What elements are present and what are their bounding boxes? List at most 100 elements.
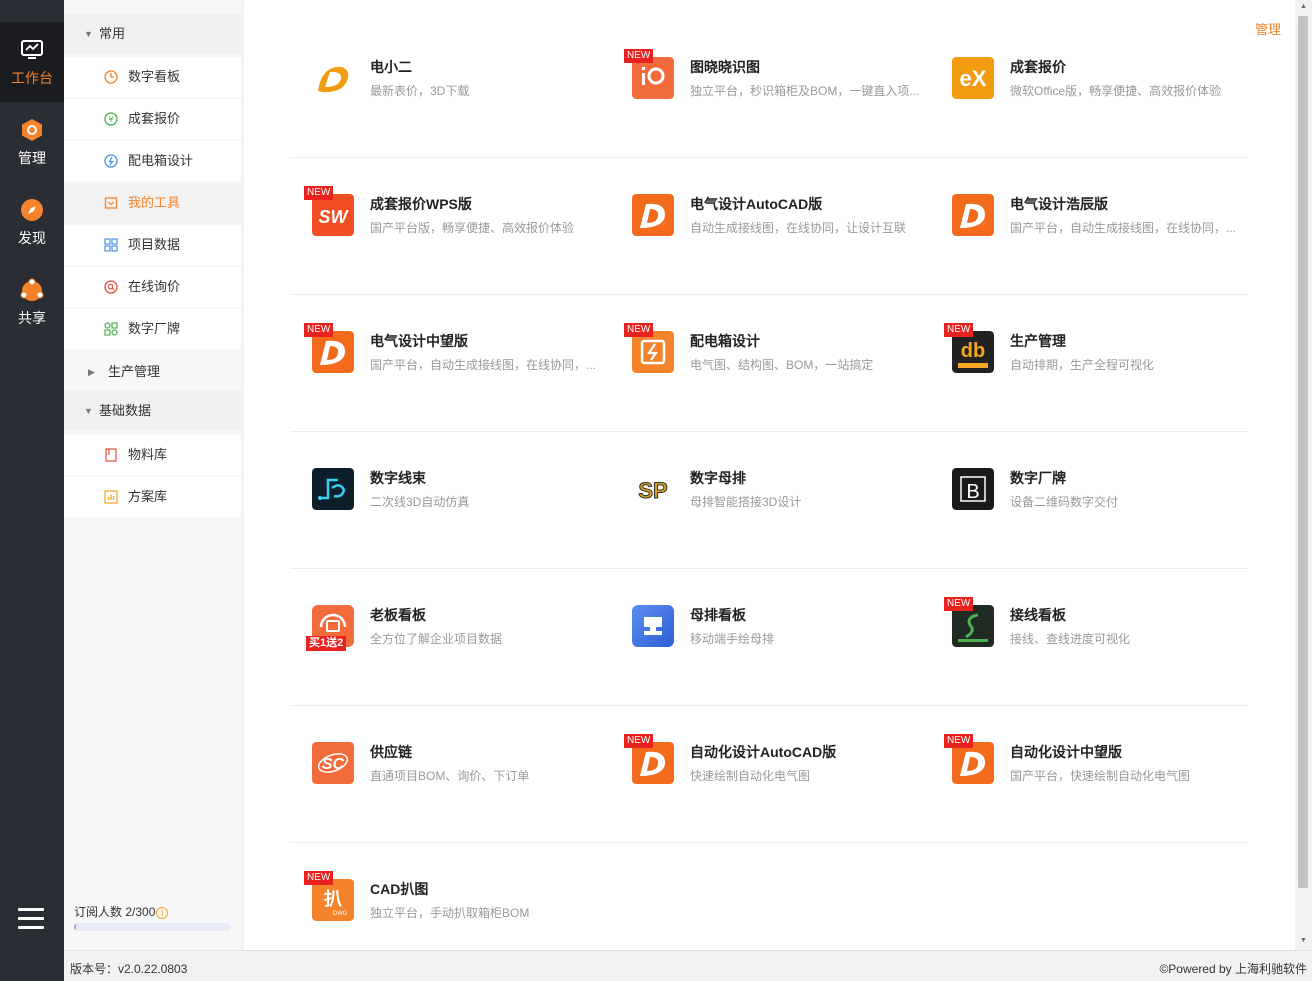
sidebar-group-label: 生产管理 [108, 364, 161, 379]
sidebar-item-plan-lib[interactable]: 方案库 [64, 477, 241, 517]
tool-card-quote-office[interactable]: eX 成套报价 微软Office版，畅享便捷、高效报价体验 [930, 37, 1240, 107]
sidebar-group-label: 常用 [99, 26, 126, 41]
rail-item-share[interactable]: 共享 [0, 262, 64, 342]
sidebar-item-material-lib[interactable]: 物料库 [64, 435, 241, 475]
new-badge: NEW [944, 597, 974, 611]
subscribers-count: 订阅人数 2/300 i [74, 903, 169, 920]
tool-desc: 快速绘制自动化电气图 [690, 769, 811, 783]
sidebar-item-quote[interactable]: ¥ 成套报价 [64, 99, 241, 139]
busbar-board-logo-icon [632, 605, 674, 647]
row-divider [290, 568, 1248, 569]
scrollbar-thumb[interactable] [1298, 16, 1308, 888]
tool-card-ecad-gstarcad[interactable]: 电气设计浩辰版 国产平台，自动生成接线图，在线协同，... [930, 174, 1240, 244]
new-badge: NEW [624, 323, 654, 337]
tool-card-harness[interactable]: 数字线束 二次线3D自动仿真 [290, 448, 600, 518]
logo-text: SP [638, 478, 667, 503]
sidebar-item-label: 在线询价 [128, 279, 181, 294]
tool-card-ecad-zwcad[interactable]: NEW 电气设计中望版 国产平台，自动生成接线图，在线协同，... [290, 311, 600, 381]
yen-icon: ¥ [104, 112, 118, 126]
sidebar-item-project-data[interactable]: 项目数据 [64, 225, 241, 265]
tool-card-supply-chain[interactable]: SC 供应链 直通项目BOM、询价、下订单 [290, 722, 600, 792]
tool-card-nameplate[interactable]: B 数字厂牌 设备二维码数字交付 [930, 448, 1240, 518]
tool-name: 电气设计AutoCAD版 [690, 196, 823, 212]
ecad-logo-icon [632, 742, 674, 784]
powered-by-text: ©Powered by 上海利驰软件 [1159, 962, 1307, 976]
sidebar-item-digital-board[interactable]: 数字看板 [64, 57, 241, 97]
sidebar-item-online-inquiry[interactable]: 在线询价 [64, 267, 241, 307]
sidebar-group-basic[interactable]: ▼ 基础数据 [64, 391, 241, 431]
tool-name: 电小二 [370, 59, 412, 75]
tool-card-quote-wps[interactable]: NEW SW 成套报价WPS版 国产平台版，畅享便捷、高效报价体验 [290, 174, 600, 244]
ecad-logo-icon [952, 742, 994, 784]
tool-name: 成套报价WPS版 [370, 196, 472, 212]
sidebar-item-label: 我的工具 [128, 195, 181, 210]
new-badge: NEW [304, 186, 334, 200]
subscribers-label: 订阅人数 2/300 [74, 905, 156, 919]
sidebar-item-label: 成套报价 [128, 111, 181, 126]
logo-text: db [961, 340, 985, 362]
sidebar-item-label: 方案库 [128, 489, 168, 504]
tool-card-busbar-board[interactable]: 母排看板 移动端手绘母排 [610, 585, 920, 655]
new-badge: NEW [624, 49, 654, 63]
subscribers-progress-bar [74, 923, 231, 931]
rail-item-manage[interactable]: 管理 [0, 102, 64, 182]
tool-desc: 微软Office版，畅享便捷、高效报价体验 [1010, 84, 1222, 98]
row-divider [290, 705, 1248, 706]
sidebar-item-box-design[interactable]: 配电箱设计 [64, 141, 241, 181]
supply-chain-logo-icon: SC [312, 742, 354, 784]
tool-card-wiring-board[interactable]: NEW 接线看板 接线、查线进度可视化 [930, 585, 1240, 655]
busbar-logo-icon: SP [632, 468, 674, 510]
tool-desc: 母排智能搭接3D设计 [690, 495, 802, 509]
new-badge: NEW [304, 871, 334, 885]
nameplate-logo-icon: B [952, 468, 994, 510]
new-badge: NEW [944, 734, 974, 748]
toolbox-icon [104, 197, 118, 209]
sidebar-group-common[interactable]: ▼ 常用 [64, 14, 241, 54]
tool-card-production[interactable]: NEW db 生产管理 自动排期，生产全程可视化 [930, 311, 1240, 381]
info-icon[interactable]: i [156, 907, 169, 919]
rail-item-workbench[interactable]: 工作台 [0, 22, 64, 102]
share-icon [20, 278, 44, 301]
vertical-scrollbar[interactable]: ▲ ▼ [1296, 0, 1312, 950]
manage-link[interactable]: 管理 [1255, 19, 1281, 38]
sidebar-item-digital-nameplate[interactable]: 数字厂牌 [64, 309, 241, 349]
tool-card-busbar[interactable]: SP 数字母排 母排智能搭接3D设计 [610, 448, 920, 518]
tool-name: 成套报价 [1010, 59, 1066, 75]
rail-item-discover[interactable]: 发现 [0, 182, 64, 262]
tool-card-ecad-autocad[interactable]: 电气设计AutoCAD版 自动生成接线图，在线协同，让设计互联 [610, 174, 920, 244]
tool-card-cad-extract[interactable]: NEW 扒 DWG CAD扒图 独立平台，手动扒取箱柜BOM [290, 859, 600, 929]
box-design-logo-icon [632, 331, 674, 373]
tool-card-box-design[interactable]: NEW 配电箱设计 电气图、结构图、BOM，一站搞定 [610, 311, 920, 381]
tool-desc: 自动排期，生产全程可视化 [1010, 358, 1155, 372]
clock-icon [104, 70, 118, 84]
sw-logo-icon: SW [312, 194, 354, 236]
harness-logo-icon [312, 468, 354, 510]
tool-name: 接线看板 [1010, 607, 1066, 623]
tool-name: 母排看板 [690, 607, 746, 623]
row-divider [290, 157, 1248, 158]
tool-card-dianxiaoer[interactable]: 电小二 最新表价，3D下载 [290, 37, 600, 107]
tool-name: 电气设计中望版 [370, 333, 468, 349]
compass-icon [21, 199, 43, 221]
sidebar-group-production[interactable]: ▶ 生产管理 [64, 352, 241, 392]
tool-card-auto-zwcad[interactable]: NEW 自动化设计中望版 国产平台，快速绘制自动化电气图 [930, 722, 1240, 792]
tool-desc: 自动生成接线图，在线协同，让设计互联 [690, 221, 907, 235]
logo-text: 扒 [324, 888, 342, 910]
tool-card-auto-autocad[interactable]: NEW 自动化设计AutoCAD版 快速绘制自动化电气图 [610, 722, 920, 792]
hamburger-menu-icon[interactable] [18, 908, 44, 932]
sidebar-item-my-tools[interactable]: 我的工具 [64, 183, 241, 223]
book-icon [105, 448, 117, 462]
tool-name: 数字线束 [370, 470, 426, 486]
tool-desc: 移动端手绘母排 [690, 632, 775, 646]
tool-card-tuxiaoxiao[interactable]: NEW 图晓晓识图 独立平台，秒识箱柜及BOM，一键直入项... [610, 37, 920, 107]
dianxiaoer-logo-icon [318, 66, 349, 93]
cad-extract-logo-icon: 扒 DWG [312, 879, 354, 921]
caret-down-icon: ▼ [84, 29, 93, 39]
monitor-icon [21, 40, 43, 59]
caret-down-icon: ▼ [84, 406, 93, 416]
tool-desc: 独立平台，秒识箱柜及BOM，一键直入项... [690, 84, 920, 98]
tool-card-boss-board[interactable]: 买1送2 老板看板 全方位了解企业项目数据 [290, 585, 600, 655]
new-badge: NEW [304, 323, 334, 337]
scroll-down-arrow-icon[interactable]: ▼ [1300, 937, 1307, 944]
scroll-up-arrow-icon[interactable]: ▲ [1300, 3, 1307, 10]
